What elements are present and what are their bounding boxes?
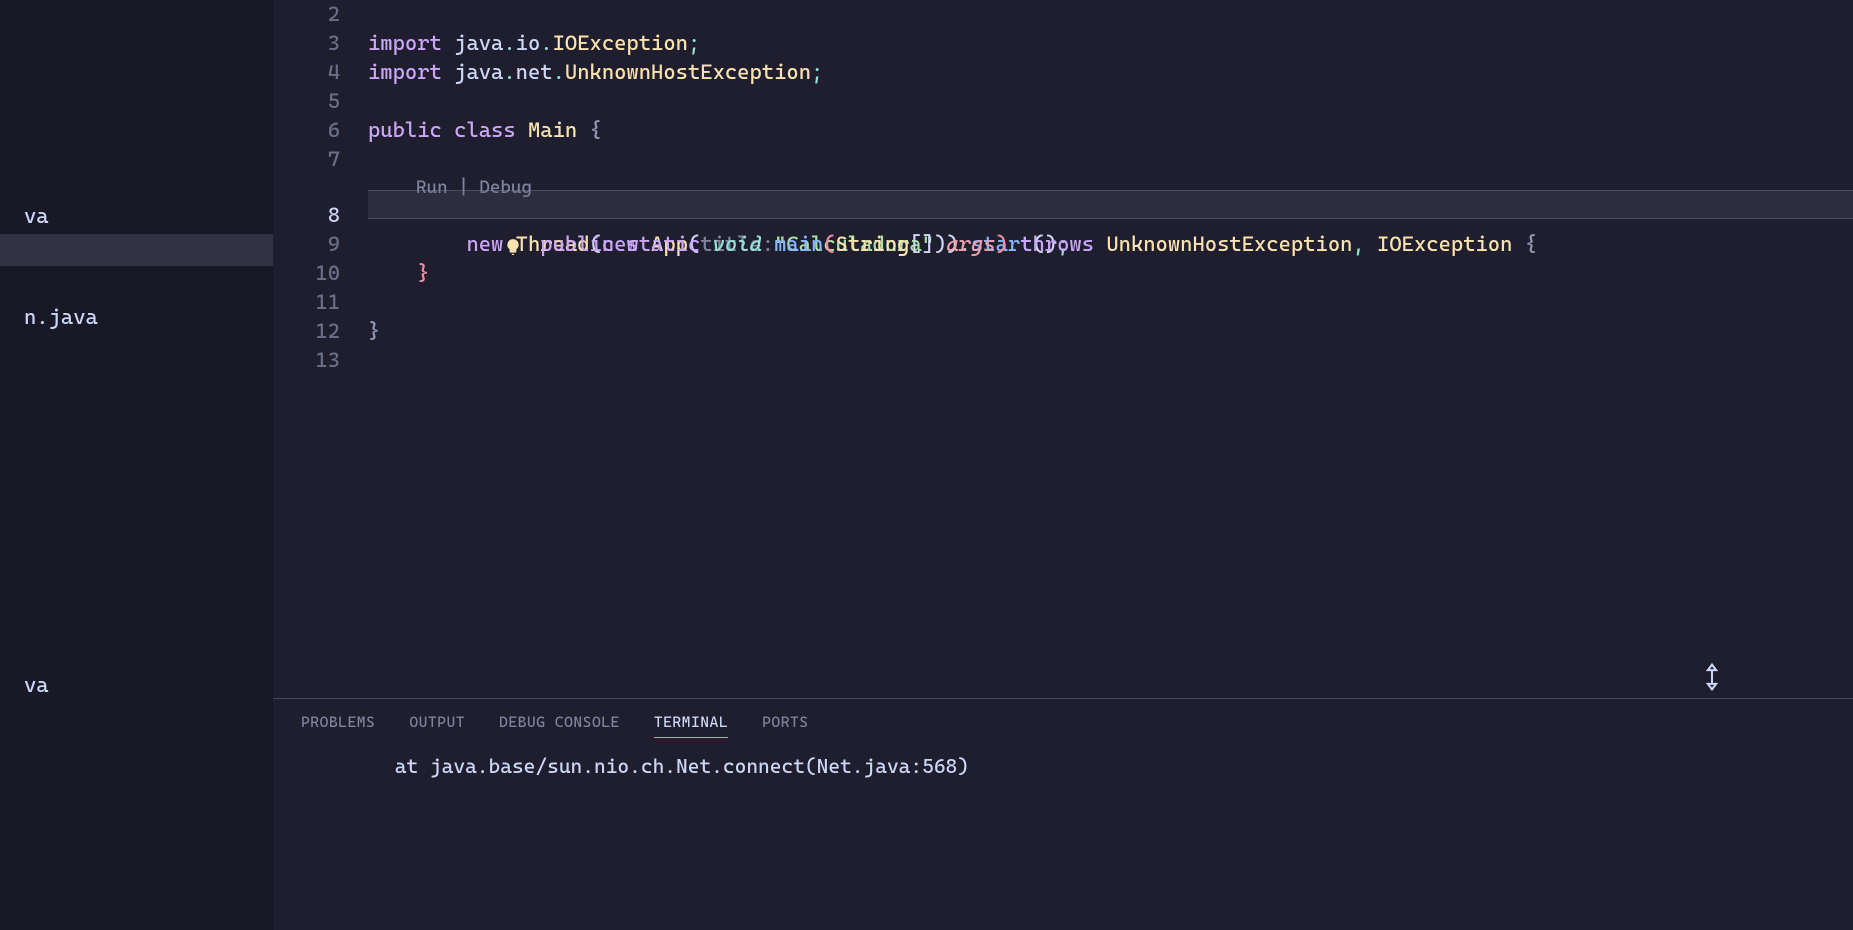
sidebar-file-item[interactable]: va (0, 200, 273, 232)
resize-cursor-icon (1701, 663, 1723, 698)
code-line-4[interactable]: import java.net.UnknownHostException; (368, 58, 1853, 87)
code-line-7[interactable] (368, 145, 1853, 174)
terminal-output[interactable]: at java.base/sun.nio.ch.Net.connect(Net.… (273, 746, 1853, 930)
line-number-gutter: 2 3 4 5 6 7 8 9 10 11 12 13 (273, 0, 368, 698)
tab-problems[interactable]: PROBLEMS (301, 713, 375, 738)
tab-ports[interactable]: PORTS (762, 713, 808, 738)
sidebar-file-item[interactable]: va (0, 669, 273, 701)
panel-tabs: PROBLEMS OUTPUT DEBUG CONSOLE TERMINAL P… (273, 699, 1853, 746)
bottom-panel: PROBLEMS OUTPUT DEBUG CONSOLE TERMINAL P… (273, 698, 1853, 930)
lightbulb-icon[interactable] (356, 206, 374, 224)
code-line-5[interactable] (368, 87, 1853, 116)
code-line-12[interactable]: } (368, 317, 1853, 346)
code-line-6[interactable]: public class Main { (368, 116, 1853, 145)
tab-debug-console[interactable]: DEBUG CONSOLE (499, 713, 620, 738)
code-editor[interactable]: 2 3 4 5 6 7 8 9 10 11 12 13 import java.… (273, 0, 1853, 698)
code-line-13[interactable] (368, 346, 1853, 375)
code-line-11[interactable] (368, 288, 1853, 317)
sidebar-file-item-active[interactable] (0, 234, 273, 266)
code-line-8[interactable]: public static void main(String[] args) t… (368, 201, 1853, 230)
code-line-2[interactable] (368, 0, 1853, 29)
sidebar-file-item[interactable]: n.java (0, 301, 273, 333)
code-line-3[interactable]: import java.io.IOException; (368, 29, 1853, 58)
tab-output[interactable]: OUTPUT (409, 713, 465, 738)
code-line-10[interactable]: } (368, 259, 1853, 288)
file-explorer-sidebar[interactable]: va n.java va (0, 0, 273, 930)
tab-terminal[interactable]: TERMINAL (654, 713, 728, 738)
